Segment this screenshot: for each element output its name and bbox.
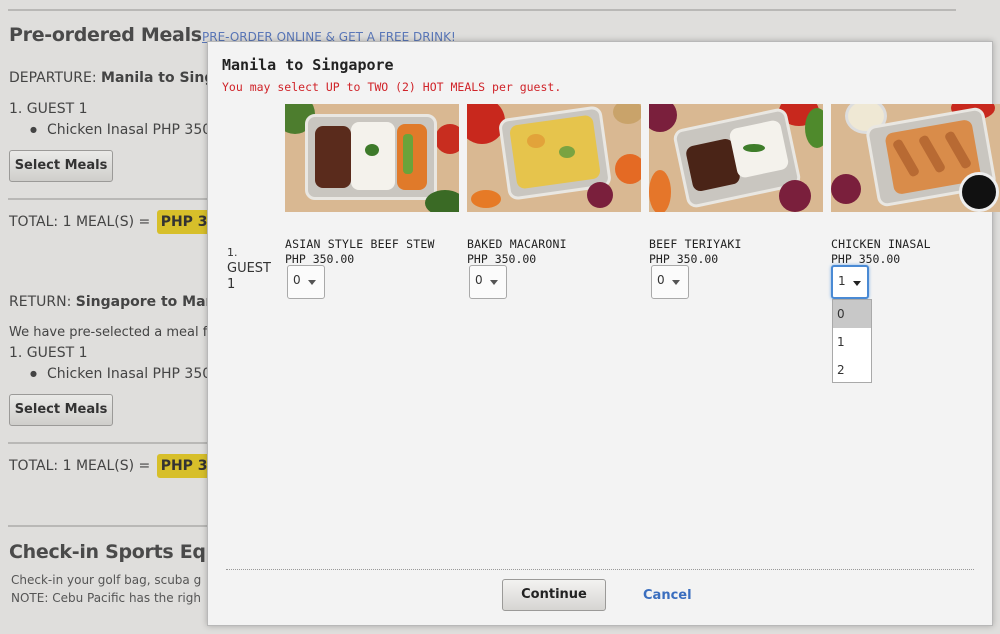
meal-price: PHP 350.00: [285, 252, 355, 266]
meal-name: BEEF TERIYAKI: [649, 237, 742, 251]
sports-line-2: NOTE: Cebu Pacific has the righ: [11, 591, 201, 605]
divider: [8, 525, 208, 527]
meal-card-chicken-inasal: CHICKEN INASAL PHP 350.00: [831, 104, 1000, 266]
footer-divider: [226, 569, 974, 570]
meal-card-beef-teriyaki: BEEF TERIYAKI PHP 350.00: [649, 104, 823, 266]
sports-section-title: Check-in Sports Equi: [9, 541, 226, 563]
beef-teriyaki-qty-select[interactable]: 0: [651, 265, 689, 299]
return-route: RETURN: Singapore to Man: [9, 294, 216, 310]
return-select-meals-button[interactable]: Select Meals: [9, 394, 113, 426]
departure-meal-item: Chicken Inasal PHP 350: [30, 122, 211, 138]
departure-route: DEPARTURE: Manila to Sing: [9, 70, 215, 86]
meal-price: PHP 350.00: [467, 252, 537, 266]
return-total: TOTAL: 1 MEAL(S) = PHP 350: [9, 454, 232, 478]
chevron-down-icon: [672, 280, 680, 285]
meal-limit-notice: You may select UP to TWO (2) HOT MEALS p…: [222, 80, 562, 94]
dialog-title: Manila to Singapore: [222, 56, 394, 74]
divider: [8, 442, 208, 444]
beef-stew-qty-select[interactable]: 0: [287, 265, 325, 299]
dropdown-option[interactable]: 2: [833, 356, 871, 384]
meal-name: ASIAN STYLE BEEF STEW: [285, 237, 435, 251]
qty-dropdown-list: 0 1 2: [832, 299, 872, 383]
meal-card-baked-macaroni: BAKED MACARONI PHP 350.00: [467, 104, 641, 266]
guest-label: 1. GUEST 1: [227, 246, 271, 292]
departure-guest: 1. GUEST 1: [9, 101, 88, 117]
cancel-link[interactable]: Cancel: [643, 588, 692, 603]
section-title: Pre-ordered Meals: [9, 24, 202, 46]
meal-name: BAKED MACARONI: [467, 237, 567, 251]
dropdown-option[interactable]: 1: [833, 328, 871, 356]
meal-card-beef-stew: ASIAN STYLE BEEF STEW PHP 350.00: [285, 104, 459, 266]
baked-macaroni-photo: [467, 104, 641, 212]
dropdown-option[interactable]: 0: [833, 300, 871, 328]
divider: [8, 198, 208, 200]
return-guest: 1. GUEST 1: [9, 345, 88, 361]
departure-total: TOTAL: 1 MEAL(S) = PHP 350: [9, 210, 232, 234]
meal-price: PHP 350.00: [649, 252, 719, 266]
departure-select-meals-button[interactable]: Select Meals: [9, 150, 113, 182]
sports-line-1: Check-in your golf bag, scuba g: [11, 573, 202, 587]
return-note: We have pre-selected a meal fo: [9, 325, 216, 340]
chevron-down-icon: [490, 280, 498, 285]
chicken-inasal-photo: [831, 104, 1000, 212]
continue-button[interactable]: Continue: [502, 579, 606, 611]
chevron-down-icon: [853, 281, 861, 286]
chevron-down-icon: [308, 280, 316, 285]
chicken-inasal-qty-select[interactable]: 1: [831, 265, 869, 299]
return-meal-item: Chicken Inasal PHP 350: [30, 366, 211, 382]
beef-teriyaki-photo: [649, 104, 823, 212]
meal-name: CHICKEN INASAL: [831, 237, 931, 251]
meal-selection-dialog: Manila to Singapore You may select UP to…: [207, 41, 1000, 626]
meal-price: PHP 350.00: [831, 252, 901, 266]
divider: [8, 9, 956, 11]
beef-stew-photo: [285, 104, 459, 212]
baked-macaroni-qty-select[interactable]: 0: [469, 265, 507, 299]
